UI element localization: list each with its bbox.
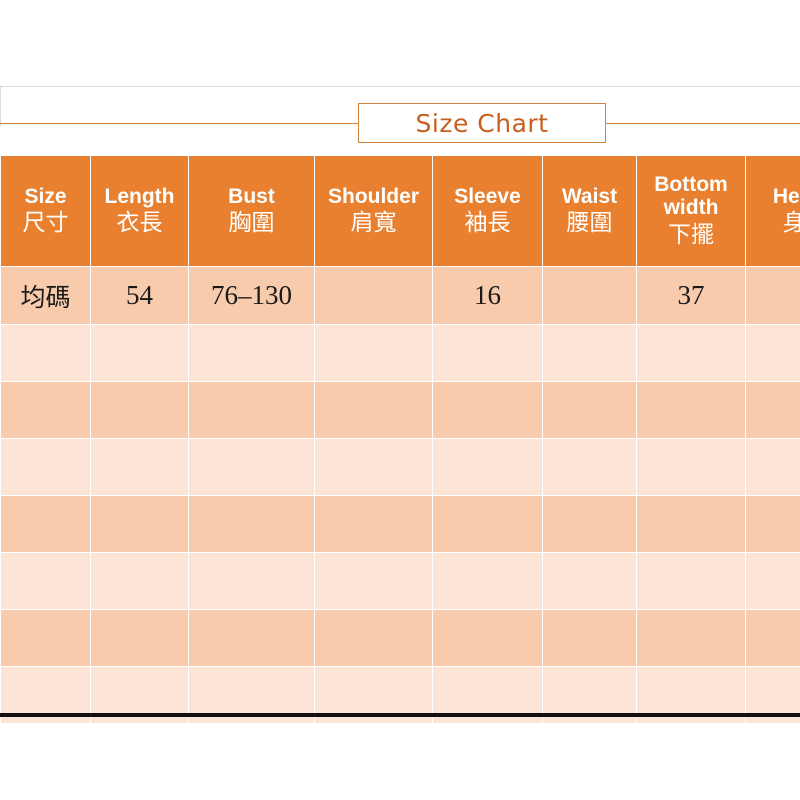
cell-empty [745, 381, 800, 439]
cell-empty [542, 609, 637, 667]
column-header-bottom-width-en: Bottom width [654, 172, 728, 220]
column-header-sleeve: Sleeve 袖長 [432, 155, 543, 267]
cell-empty [188, 609, 315, 667]
column-header-size-en: Size [24, 184, 67, 208]
table-body: 均碼 54 76–130 16 37 [0, 266, 800, 724]
column-header-length-zh: 衣長 [116, 210, 163, 237]
cell-empty [432, 495, 543, 553]
cell-empty [636, 495, 746, 553]
column-header-length: Length 衣長 [90, 155, 189, 267]
column-header-size-zh: 尺寸 [22, 210, 69, 237]
column-header-height-en: Height [772, 184, 800, 208]
size-chart-title-band: Size Chart [0, 103, 800, 145]
cell-empty [90, 495, 189, 553]
cell-empty [745, 438, 800, 496]
cell-empty [90, 381, 189, 439]
cell-empty [542, 438, 637, 496]
size-chart-table: Size 尺寸 Length 衣長 Bust 胸圍 Shoulder 肩寬 Sl… [0, 155, 800, 724]
column-header-shoulder: Shoulder 肩寬 [314, 155, 433, 267]
cell-bottom-width: 37 [636, 266, 746, 325]
cell-empty [188, 324, 315, 382]
cell-empty [745, 552, 800, 610]
cell-empty [90, 609, 189, 667]
cell-empty [432, 552, 543, 610]
column-header-bottom-width: Bottom width 下擺 [636, 155, 746, 267]
cell-empty [314, 438, 433, 496]
column-header-size: Size 尺寸 [0, 155, 91, 267]
cell-empty [0, 438, 91, 496]
cell-empty [314, 324, 433, 382]
table-row-empty [0, 609, 800, 667]
cell-empty [745, 324, 800, 382]
cell-empty [432, 324, 543, 382]
cell-empty [745, 609, 800, 667]
table-row-empty [0, 495, 800, 553]
column-header-bottom-width-zh: 下擺 [668, 221, 714, 248]
table-row-empty [0, 438, 800, 496]
cell-empty [542, 495, 637, 553]
cell-empty [432, 381, 543, 439]
table-row-empty [0, 381, 800, 439]
column-header-bust-en: Bust [228, 184, 275, 208]
cell-sleeve: 16 [432, 266, 543, 325]
cell-empty [90, 438, 189, 496]
column-header-height: Height 身高 [745, 155, 800, 267]
cell-empty [432, 438, 543, 496]
column-header-sleeve-en: Sleeve [454, 184, 521, 208]
cell-empty [314, 552, 433, 610]
page-title: Size Chart [415, 108, 549, 138]
cell-empty [0, 324, 91, 382]
cell-empty [188, 495, 315, 553]
size-chart-title-box: Size Chart [358, 103, 606, 143]
table-header-row: Size 尺寸 Length 衣長 Bust 胸圍 Shoulder 肩寬 Sl… [0, 155, 800, 267]
column-header-shoulder-en: Shoulder [327, 184, 419, 208]
cell-size: 均碼 [0, 266, 91, 325]
cell-height [745, 266, 800, 325]
cell-empty [636, 381, 746, 439]
cell-empty [0, 552, 91, 610]
cell-empty [188, 381, 315, 439]
cell-empty [542, 552, 637, 610]
column-header-bust: Bust 胸圍 [188, 155, 315, 267]
column-header-bust-zh: 胸圍 [228, 210, 275, 237]
column-header-waist: Waist 腰圍 [542, 155, 637, 267]
cell-length: 54 [90, 266, 189, 325]
cell-empty [314, 381, 433, 439]
cell-empty [636, 324, 746, 382]
cell-bust: 76–130 [188, 266, 315, 325]
table-row-empty [0, 324, 800, 382]
column-header-sleeve-zh: 袖長 [464, 210, 511, 237]
cell-empty [0, 609, 91, 667]
page-top-rule [0, 86, 800, 87]
cell-empty [314, 495, 433, 553]
cell-empty [542, 381, 637, 439]
cell-empty [314, 609, 433, 667]
cell-empty [636, 609, 746, 667]
cell-empty [636, 552, 746, 610]
column-header-waist-en: Waist [561, 184, 618, 208]
cell-waist [542, 266, 637, 325]
cell-empty [432, 609, 543, 667]
cell-empty [188, 552, 315, 610]
table-bottom-rule [0, 713, 800, 717]
cell-empty [745, 495, 800, 553]
cell-empty [0, 495, 91, 553]
table-row: 均碼 54 76–130 16 37 [0, 266, 800, 325]
column-header-length-en: Length [104, 184, 175, 208]
cell-empty [188, 438, 315, 496]
cell-empty [90, 324, 189, 382]
column-header-shoulder-zh: 肩寬 [350, 210, 397, 237]
column-header-waist-zh: 腰圍 [566, 210, 613, 237]
cell-empty [0, 381, 91, 439]
cell-empty [636, 438, 746, 496]
cell-empty [542, 324, 637, 382]
column-header-height-zh: 身高 [747, 210, 800, 237]
cell-shoulder [314, 266, 433, 325]
cell-empty [90, 552, 189, 610]
table-row-empty [0, 552, 800, 610]
